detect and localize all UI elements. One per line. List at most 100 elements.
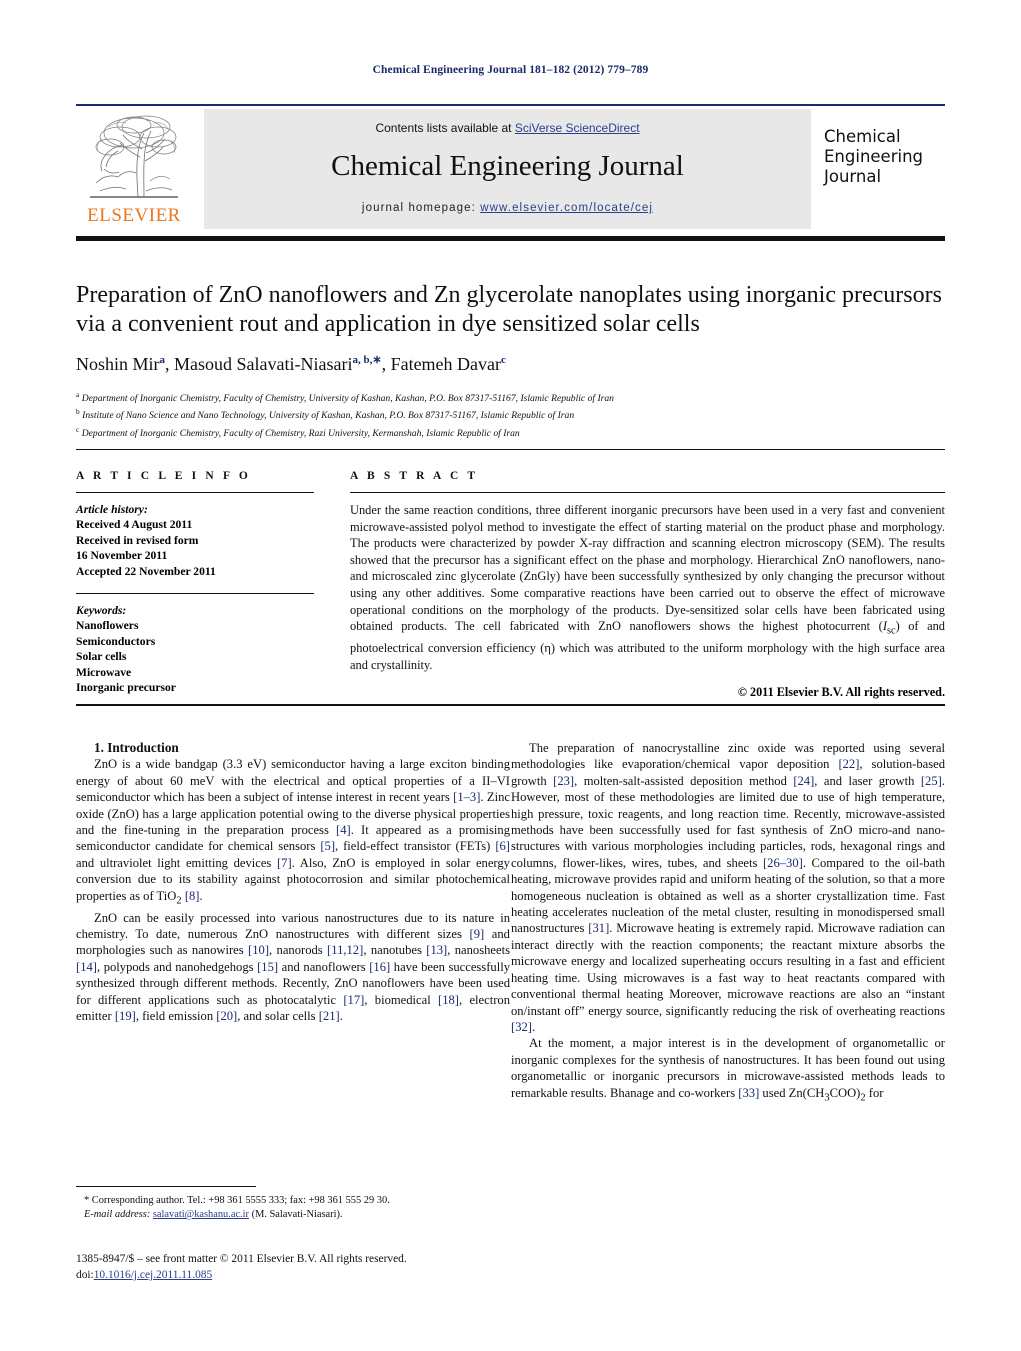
- citation-ref[interactable]: [7]: [277, 856, 292, 870]
- issn-front-matter: 1385-8947/$ – see front matter © 2011 El…: [76, 1253, 407, 1265]
- abstract-heading: A B S T R A C T: [350, 470, 479, 482]
- body-paragraph: ZnO is a wide bandgap (3.3 eV) semicondu…: [76, 757, 510, 907]
- affiliation-item: c Department of Inorganic Chemistry, Fac…: [76, 423, 956, 440]
- citation-ref[interactable]: [23]: [553, 774, 574, 788]
- elsevier-logo: ELSEVIER: [76, 109, 192, 229]
- author-affil-mark: a, b,∗: [352, 354, 382, 366]
- journal-cover-thumb: Chemical Engineering Journal: [818, 109, 945, 229]
- cover-title-line-1: Chemical: [824, 127, 901, 146]
- cover-title-line-3: Journal: [824, 167, 882, 186]
- abstract-text: Under the same reaction conditions, thre…: [350, 503, 945, 672]
- article-info-heading: A R T I C L E I N F O: [76, 470, 251, 482]
- elsevier-wordmark: ELSEVIER: [87, 205, 181, 226]
- citation-ref[interactable]: [32]: [511, 1020, 532, 1034]
- citation-ref[interactable]: [31]: [588, 921, 609, 935]
- elsevier-tree-icon: [84, 111, 184, 203]
- citation-ref[interactable]: [4]: [336, 823, 351, 837]
- citation-ref[interactable]: [17]: [343, 993, 364, 1007]
- contents-line: Contents lists available at SciVerse Sci…: [204, 121, 811, 135]
- citation-ref[interactable]: [10]: [248, 943, 269, 957]
- author-name: Noshin Mir: [76, 354, 160, 374]
- body-paragraph: The preparation of nanocrystalline zinc …: [511, 741, 945, 1034]
- citation-ref[interactable]: [21]: [319, 1009, 340, 1023]
- article-history-lines: Received 4 August 2011 Received in revise…: [76, 517, 314, 579]
- divider: [350, 492, 945, 493]
- article-info-column: A R T I C L E I N F O Article history: R…: [76, 470, 314, 695]
- keywords-label: Keywords:: [76, 604, 127, 618]
- keyword-item: Inorganic precursor: [76, 681, 176, 695]
- paper-page: Chemical Engineering Journal 181–182 (20…: [0, 0, 1021, 1351]
- info-top-rule: [76, 449, 945, 450]
- abstract-column: A B S T R A C T Under the same reaction …: [350, 470, 945, 700]
- affiliation-item: b Institute of Nano Science and Nano Tec…: [76, 405, 956, 422]
- body-column-right: The preparation of nanocrystalline zinc …: [511, 740, 945, 1106]
- citation-ref[interactable]: [15]: [257, 960, 278, 974]
- keyword-item: Nanoflowers: [76, 619, 139, 633]
- doi-line: doi:10.1016/j.cej.2011.11.085: [76, 1268, 536, 1284]
- masthead-band: Contents lists available at SciVerse Sci…: [204, 109, 811, 229]
- email-owner: (M. Salavati-Niasari).: [251, 1209, 343, 1220]
- citation-ref[interactable]: [14]: [76, 960, 97, 974]
- affiliation-text: Department of Inorganic Chemistry, Facul…: [79, 427, 520, 439]
- journal-title: Chemical Engineering Journal: [331, 150, 684, 182]
- affiliation-text: Institute of Nano Science and Nano Techn…: [79, 410, 575, 422]
- email-line: E-mail address: salavati@kashanu.ac.ir (…: [76, 1208, 510, 1222]
- left-paragraphs: ZnO is a wide bandgap (3.3 eV) semicondu…: [76, 756, 510, 1024]
- abstract-copyright: © 2011 Elsevier B.V. All rights reserved…: [737, 685, 945, 700]
- cover-title: Chemical Engineering Journal: [824, 127, 923, 187]
- masthead-bottom-rule: [76, 236, 945, 241]
- body-paragraph: At the moment, a major interest is in th…: [511, 1036, 945, 1104]
- article-history-item: Accepted 22 November 2011: [76, 564, 216, 578]
- doi-link[interactable]: 10.1016/j.cej.2011.11.085: [94, 1269, 212, 1281]
- section-heading: 1. Introduction: [94, 740, 179, 755]
- citation-ref[interactable]: [33]: [738, 1086, 759, 1100]
- article-history-item: Received in revised form: [76, 533, 199, 547]
- keyword-lines: Nanoflowers Semiconductors Solar cells Micr…: [76, 618, 314, 695]
- article-history-item: Received 4 August 2011: [76, 518, 193, 532]
- citation-ref[interactable]: [26–30]: [763, 856, 803, 870]
- masthead-top-rule: [76, 104, 945, 106]
- citation-ref[interactable]: [18]: [438, 993, 459, 1007]
- contents-prefix: Contents lists available at: [375, 121, 515, 135]
- sciencedirect-link[interactable]: SciVerse ScienceDirect: [515, 121, 640, 135]
- citation-ref[interactable]: [1–3]: [453, 790, 480, 804]
- abstract-bottom-rule: [76, 704, 945, 706]
- citation-ref[interactable]: [22]: [838, 757, 859, 771]
- divider: [76, 593, 314, 595]
- journal-homepage-link[interactable]: www.elsevier.com/locate/cej: [480, 202, 653, 214]
- imprint-block: 1385-8947/$ – see front matter © 2011 El…: [76, 1252, 536, 1283]
- homepage-prefix: journal homepage:: [361, 202, 481, 214]
- corresponding-author-line: * Corresponding author. Tel.: +98 361 55…: [84, 1195, 390, 1206]
- citation-ref[interactable]: [24]: [793, 774, 814, 788]
- body-column-left: 1. Introduction ZnO is a wide bandgap (3…: [76, 740, 510, 1024]
- email-label: E-mail address:: [84, 1209, 151, 1220]
- journal-masthead: ELSEVIER Contents lists available at Sci…: [76, 109, 945, 229]
- affiliation-item: a Department of Inorganic Chemistry, Fac…: [76, 388, 956, 405]
- citation-ref[interactable]: [13]: [426, 943, 447, 957]
- cover-title-line-2: Engineering: [824, 147, 923, 166]
- author-list: Noshin Mira, Masoud Salavati-Niasaria, b…: [76, 354, 506, 374]
- homepage-line: journal homepage: www.elsevier.com/locat…: [204, 202, 811, 214]
- citation-ref[interactable]: [25]: [921, 774, 942, 788]
- article-history-label: Article history:: [76, 503, 148, 516]
- citation-ref[interactable]: [19]: [115, 1009, 136, 1023]
- doi-label: doi:: [76, 1268, 94, 1281]
- article-history-item: 16 November 2011: [76, 549, 168, 563]
- citation-ref[interactable]: [5]: [320, 839, 335, 853]
- page-title: Preparation of ZnO nanoflowers and Zn gl…: [76, 282, 942, 337]
- divider: [76, 492, 314, 493]
- email-link[interactable]: salavati@kashanu.ac.ir: [153, 1209, 249, 1220]
- footnote-rule: [76, 1186, 256, 1187]
- affiliation-list: a Department of Inorganic Chemistry, Fac…: [76, 388, 956, 440]
- citation-ref[interactable]: [6]: [495, 839, 510, 853]
- author-affil-mark: c: [501, 354, 506, 366]
- body-paragraph: ZnO can be easily processed into various…: [76, 910, 510, 1024]
- keyword-item: Semiconductors: [76, 634, 156, 648]
- citation-ref[interactable]: [16]: [369, 960, 390, 974]
- right-paragraphs: The preparation of nanocrystalline zinc …: [511, 740, 945, 1106]
- citation-ref[interactable]: [11,12]: [327, 943, 363, 957]
- citation-ref[interactable]: [9]: [470, 927, 485, 941]
- citation-ref[interactable]: [20]: [216, 1009, 237, 1023]
- citation-ref[interactable]: [8]: [185, 889, 200, 903]
- author-affil-mark: a: [159, 354, 166, 366]
